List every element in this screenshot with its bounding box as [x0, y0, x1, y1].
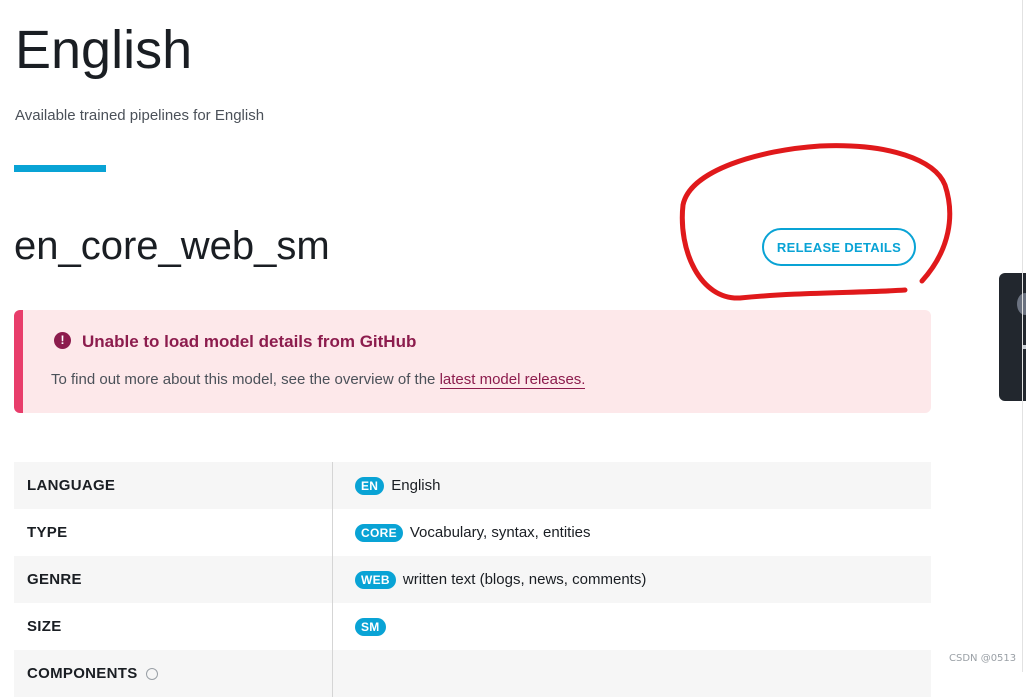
model-name-heading: en_core_web_sm: [14, 224, 330, 268]
error-alert: ! Unable to load model details from GitH…: [14, 310, 931, 413]
latest-releases-link[interactable]: latest model releases.: [439, 371, 586, 389]
row-label: TYPE: [14, 509, 333, 556]
components-label: COMPONENTS: [27, 665, 138, 682]
table-row: GENRE WEB written text (blogs, news, com…: [14, 556, 931, 603]
size-tag: SM: [355, 617, 386, 636]
table-row: TYPE CORE Vocabulary, syntax, entities: [14, 509, 931, 556]
type-value: Vocabulary, syntax, entities: [409, 524, 591, 541]
genre-tag: WEB: [355, 570, 396, 589]
table-row: SIZE SM: [14, 603, 931, 650]
page-edge: [1022, 0, 1023, 672]
watermark: CSDN @0513: [949, 653, 1017, 664]
row-value: WEB written text (blogs, news, comments): [333, 556, 931, 603]
row-value: EN English: [333, 462, 931, 509]
alert-text: To find out more about this model, see t…: [51, 371, 440, 388]
row-label: LANGUAGE: [14, 462, 333, 509]
page-title: English: [15, 20, 193, 80]
accent-divider: [14, 165, 106, 172]
row-label: SIZE: [14, 603, 333, 650]
alert-title: Unable to load model details from GitHub: [82, 332, 417, 351]
release-details-button[interactable]: RELEASE DETAILS: [762, 228, 916, 266]
language-tag: EN: [355, 476, 385, 495]
row-label: COMPONENTS: [14, 650, 333, 697]
model-info-table: LANGUAGE EN English TYPE CORE Vocabulary…: [14, 462, 931, 697]
row-value: CORE Vocabulary, syntax, entities: [333, 509, 931, 556]
row-value: SM: [333, 603, 931, 650]
help-circle-icon[interactable]: [145, 667, 158, 680]
alert-message: To find out more about this model, see t…: [51, 371, 586, 389]
genre-value: written text (blogs, news, comments): [402, 571, 647, 588]
row-label: GENRE: [14, 556, 333, 603]
table-row: COMPONENTS: [14, 650, 931, 697]
page-subtitle: Available trained pipelines for English: [15, 107, 265, 124]
language-value: English: [391, 477, 441, 494]
exclamation-circle-icon: !: [54, 332, 71, 349]
row-value: [333, 650, 931, 697]
type-tag: CORE: [355, 523, 403, 542]
table-row: LANGUAGE EN English: [14, 462, 931, 509]
